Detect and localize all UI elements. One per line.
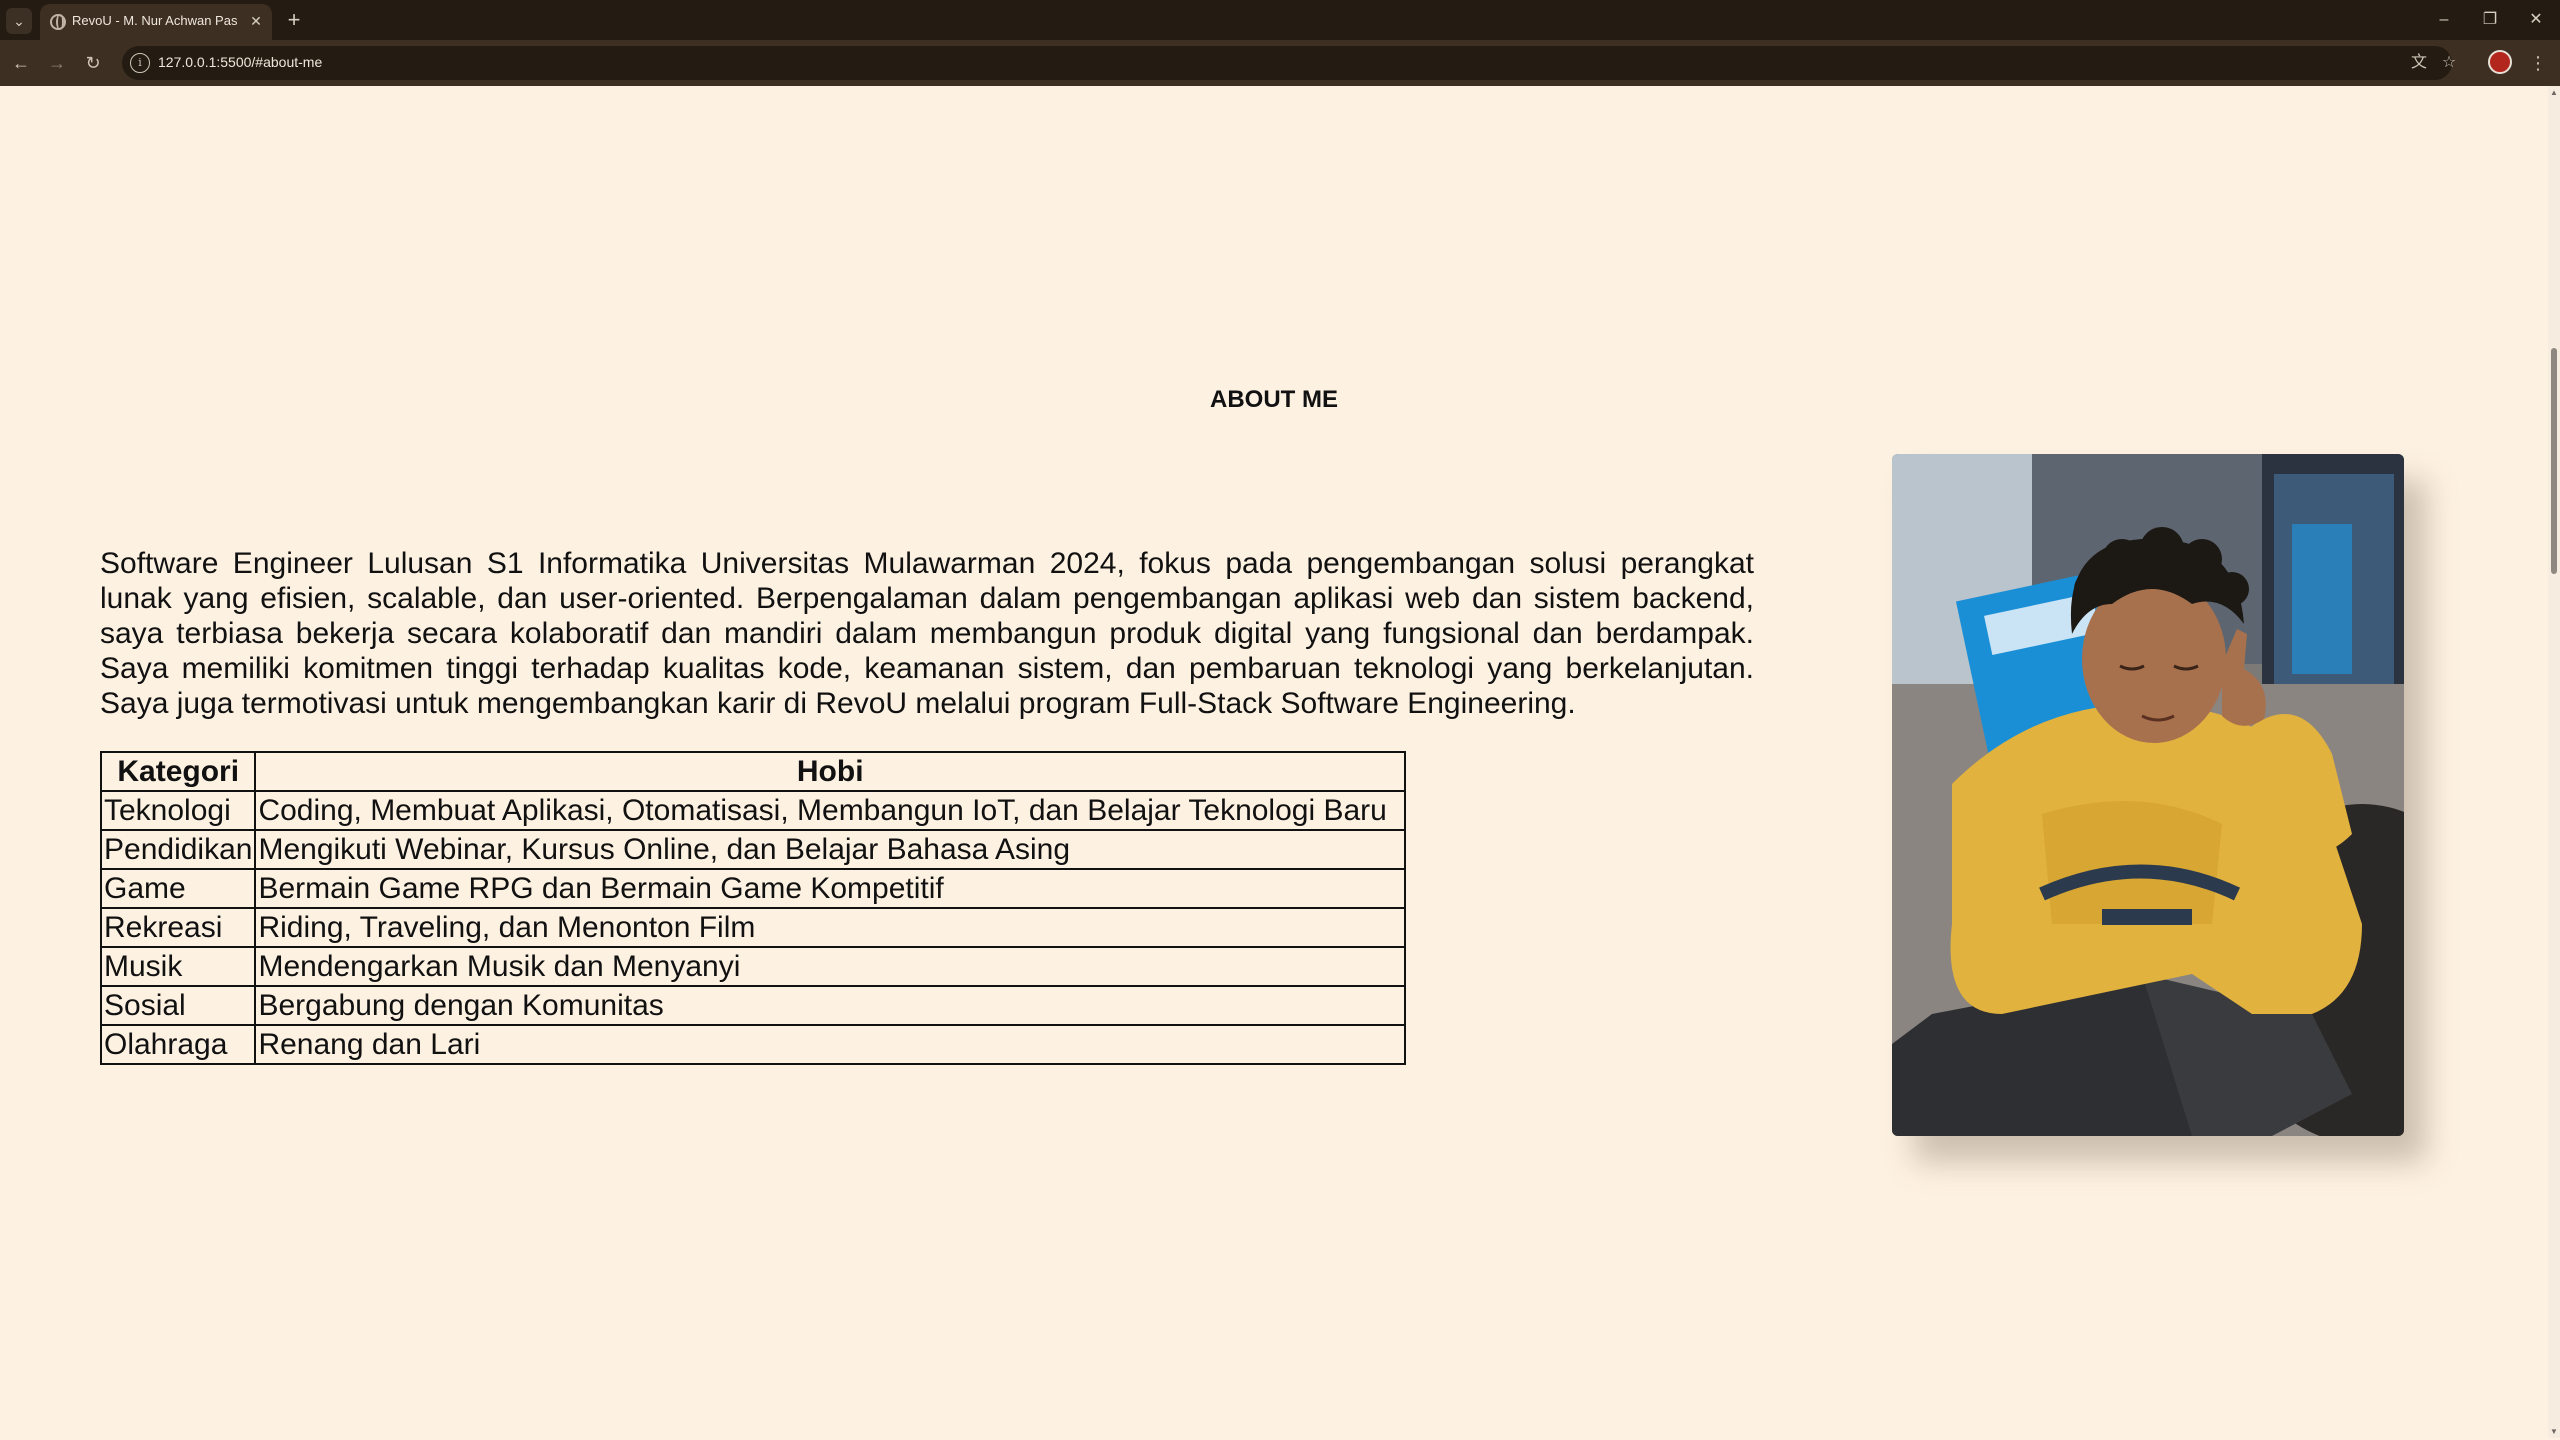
scroll-down-icon[interactable]: ▼ [2550,1427,2558,1436]
browser-tab-strip: ⌄ RevoU - M. Nur Achwan Pasla ✕ + – ❐ ✕ [0,0,2560,40]
cell-kategori: Game [99,868,257,909]
globe-icon [50,14,66,30]
kebab-menu-icon[interactable]: ⋮ [2526,48,2550,78]
tab-title: RevoU - M. Nur Achwan Pasla [72,13,238,28]
cell-hobi: Bermain Game RPG dan Bermain Game Kompet… [254,868,1406,909]
table-row: Olahraga Renang dan Lari [99,1024,1406,1065]
scroll-up-icon[interactable]: ▲ [2550,88,2558,97]
close-icon[interactable]: ✕ [245,10,267,32]
table-row: Sosial Bergabung dengan Komunitas [99,985,1406,1026]
page-viewport: ABOUT ME Software Engineer Lulusan S1 In… [0,86,2548,1438]
table-row: Game Bermain Game RPG dan Bermain Game K… [99,868,1406,909]
translate-icon[interactable]: 文 [2408,52,2430,74]
browser-tab[interactable]: RevoU - M. Nur Achwan Pasla ✕ [40,4,272,40]
cell-hobi: Coding, Membuat Aplikasi, Otomatisasi, M… [254,790,1406,831]
cell-hobi: Mengikuti Webinar, Kursus Online, dan Be… [254,829,1406,870]
close-window-icon[interactable]: ✕ [2516,4,2556,36]
hobby-table: Kategori Hobi Teknologi Coding, Membuat … [99,751,1406,1065]
plus-icon[interactable]: + [280,6,308,34]
table-row: Teknologi Coding, Membuat Aplikasi, Otom… [99,790,1406,831]
header-hobi: Hobi [254,751,1406,792]
table-header-row: Kategori Hobi [99,751,1406,792]
table-row: Pendidikan Mengikuti Webinar, Kursus Onl… [99,829,1406,870]
bio-paragraph: Software Engineer Lulusan S1 Informatika… [100,547,1754,720]
table-row: Musik Mendengarkan Musik dan Menyanyi [99,946,1406,987]
profile-photo-illustration [1892,454,2404,1136]
section-heading: ABOUT ME [1210,386,1338,413]
url-text[interactable]: 127.0.0.1:5500/#about-me [158,54,322,70]
tab-search-icon[interactable]: ⌄ [6,8,32,34]
cell-kategori: Sosial [99,985,257,1026]
site-info-icon[interactable]: i [130,53,150,73]
star-icon[interactable]: ☆ [2438,52,2460,74]
cell-kategori: Rekreasi [99,907,257,948]
address-bar[interactable]: i 127.0.0.1:5500/#about-me 文 ☆ [122,46,2456,80]
forward-arrow-icon[interactable]: → [42,48,72,78]
page-scrollbar[interactable]: ▲ ▼ [2548,86,2560,1438]
cell-hobi: Riding, Traveling, dan Menonton Film [254,907,1406,948]
cell-hobi: Mendengarkan Musik dan Menyanyi [254,946,1406,987]
restore-icon[interactable]: ❐ [2470,4,2510,36]
cell-hobi: Renang dan Lari [254,1024,1406,1065]
cell-kategori: Musik [99,946,257,987]
table-row: Rekreasi Riding, Traveling, dan Menonton… [99,907,1406,948]
cell-kategori: Pendidikan [99,829,257,870]
profile-avatar[interactable] [2488,50,2512,74]
header-kategori: Kategori [99,751,257,792]
reload-icon[interactable]: ↻ [78,48,108,78]
scroll-thumb[interactable] [2551,348,2557,574]
minimize-icon[interactable]: – [2424,4,2464,36]
cell-kategori: Olahraga [99,1024,257,1065]
profile-photo [1892,454,2404,1136]
cell-kategori: Teknologi [99,790,257,831]
back-arrow-icon[interactable]: ← [6,48,36,78]
browser-toolbar: ← → ↻ i 127.0.0.1:5500/#about-me 文 ☆ ⋮ [0,40,2560,86]
cell-hobi: Bergabung dengan Komunitas [254,985,1406,1026]
